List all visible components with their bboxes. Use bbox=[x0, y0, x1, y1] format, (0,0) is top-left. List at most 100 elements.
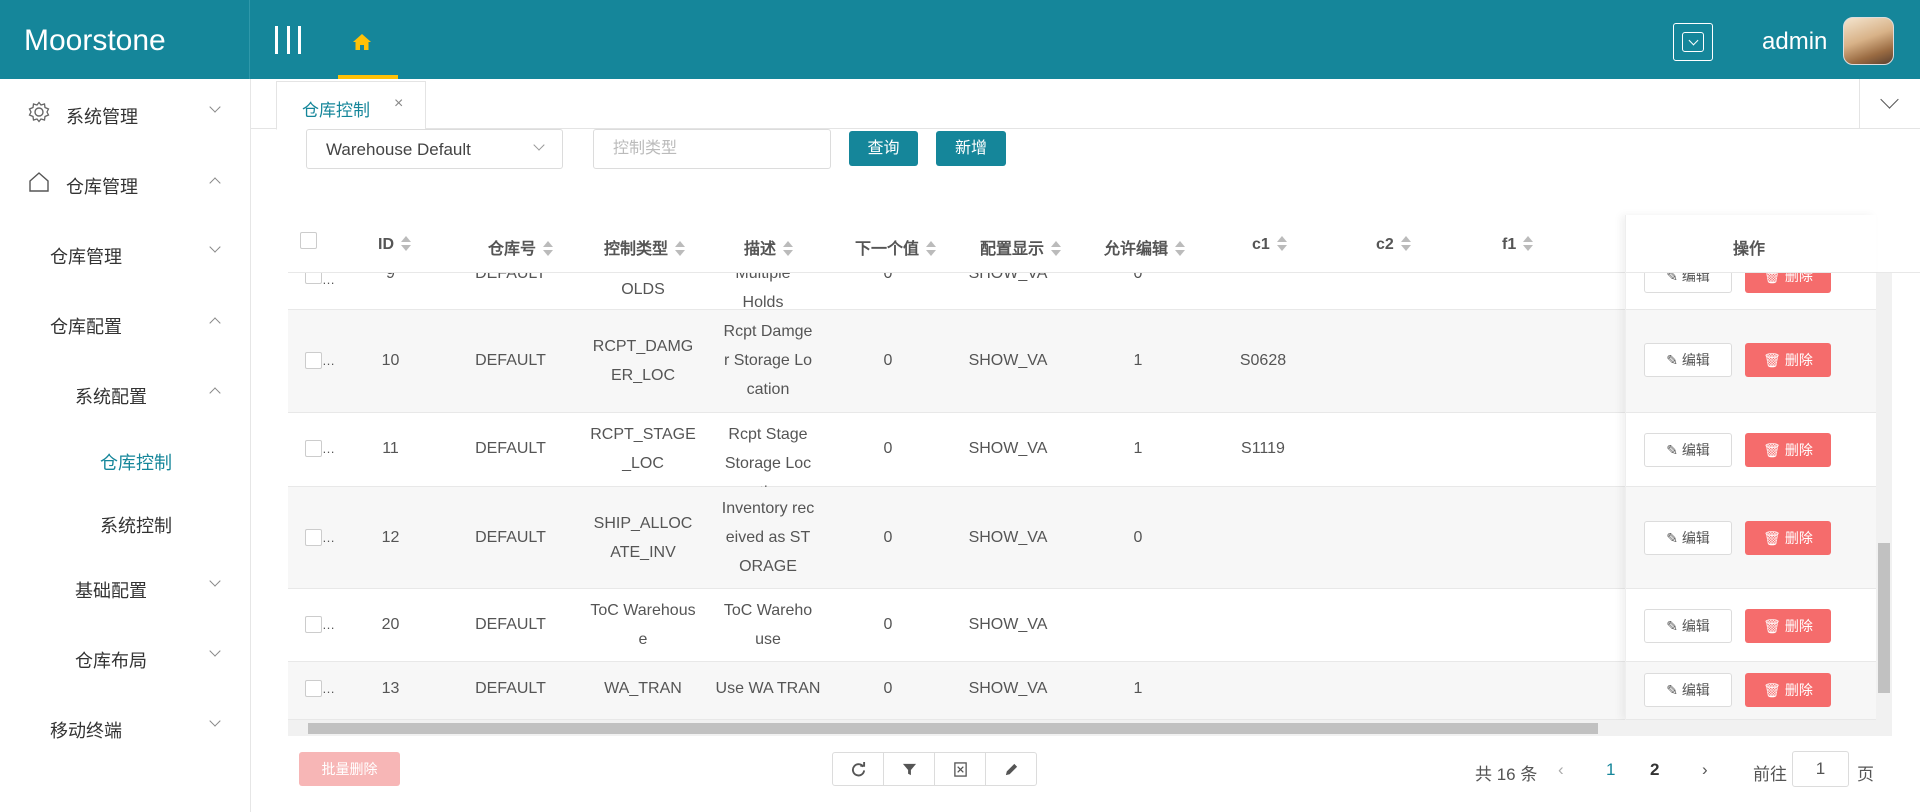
row-checkbox-ellipsis: … bbox=[322, 530, 335, 545]
cell-next-value: 0 bbox=[883, 352, 893, 369]
row-checkbox-ellipsis: … bbox=[322, 681, 335, 696]
cell-control-type: ToC Warehouse bbox=[590, 602, 696, 648]
menu-toggle-icon[interactable] bbox=[275, 26, 301, 54]
chevron-down-icon bbox=[209, 101, 221, 113]
cell-allow-edit: 0 bbox=[1133, 273, 1143, 282]
sort-icon[interactable] bbox=[783, 240, 794, 256]
top-bar: Moorstone admin bbox=[0, 0, 1920, 79]
column-header-config-display[interactable]: 配置显示 bbox=[980, 235, 1062, 259]
header-label: f1 bbox=[1502, 236, 1517, 253]
sidebar-item-basic-config[interactable]: 基础配置 bbox=[0, 559, 250, 615]
row-checkbox[interactable] bbox=[305, 273, 322, 284]
column-header-id[interactable]: ID bbox=[378, 235, 411, 254]
row-checkbox[interactable] bbox=[305, 680, 322, 697]
brand-logo[interactable]: Moorstone bbox=[0, 0, 250, 79]
page-number-1[interactable]: 1 bbox=[1606, 760, 1615, 780]
sidebar-item-warehouse-config[interactable]: 仓库配置 bbox=[0, 295, 250, 351]
sidebar-item-mobile-terminal[interactable]: 移动终端 bbox=[0, 699, 250, 755]
row-checkbox[interactable] bbox=[305, 529, 322, 546]
cell-allow-edit: 0 bbox=[1133, 529, 1143, 546]
warehouse-select[interactable]: Warehouse Default bbox=[306, 129, 563, 169]
sidebar-item-label: 基础配置 bbox=[75, 581, 147, 601]
home-tab[interactable] bbox=[338, 0, 398, 79]
refresh-button[interactable] bbox=[833, 753, 884, 785]
sidebar-item-warehouse-mgmt-sub[interactable]: 仓库管理 bbox=[0, 225, 250, 281]
row-checkbox[interactable] bbox=[305, 440, 322, 457]
column-header-description[interactable]: 描述 bbox=[744, 235, 794, 259]
column-header-c2[interactable]: c2 bbox=[1376, 235, 1411, 254]
fixed-ops-column bbox=[1625, 215, 1876, 720]
table-toolbar bbox=[832, 752, 1037, 786]
cell-next-value: 0 bbox=[883, 529, 893, 546]
sidebar-item-label: 仓库布局 bbox=[75, 651, 147, 671]
cell-id: 9 bbox=[386, 273, 395, 282]
page-number-2[interactable]: 2 bbox=[1650, 760, 1659, 780]
avatar[interactable] bbox=[1843, 17, 1894, 65]
chevron-down-icon bbox=[209, 645, 221, 657]
cell-description: Rcpt Damger Storage Location bbox=[723, 323, 813, 398]
sort-icon[interactable] bbox=[401, 235, 411, 251]
sidebar-item-system-mgmt[interactable]: 系统管理 bbox=[0, 85, 250, 141]
batch-delete-button[interactable]: 批量删除 bbox=[299, 752, 400, 786]
select-all-checkbox[interactable] bbox=[300, 232, 317, 249]
scrollbar-thumb[interactable] bbox=[1878, 543, 1890, 693]
edit-columns-button[interactable] bbox=[986, 753, 1036, 785]
column-header-f1[interactable]: f1 bbox=[1502, 235, 1534, 254]
sidebar-item-warehouse-control[interactable]: 仓库控制 bbox=[0, 431, 250, 487]
close-icon[interactable]: × bbox=[394, 95, 403, 113]
header-label: 下一个值 bbox=[855, 241, 920, 258]
horizontal-scrollbar[interactable] bbox=[288, 720, 1892, 736]
cell-id: 10 bbox=[381, 352, 400, 369]
top-dropdown-button[interactable] bbox=[1673, 23, 1713, 61]
cell-control-type: OLDS bbox=[621, 281, 665, 298]
sort-icon[interactable] bbox=[1400, 235, 1411, 251]
sort-icon[interactable] bbox=[926, 240, 937, 256]
add-button[interactable]: 新增 bbox=[936, 131, 1006, 166]
column-header-next-value[interactable]: 下一个值 bbox=[855, 235, 937, 259]
sort-icon[interactable] bbox=[1175, 240, 1186, 256]
sidebar-item-system-control[interactable]: 系统控制 bbox=[0, 494, 250, 550]
column-header-control-type[interactable]: 控制类型 bbox=[604, 235, 686, 259]
tabs-more-button[interactable] bbox=[1859, 79, 1920, 129]
export-button[interactable] bbox=[935, 753, 986, 785]
sidebar-item-warehouse-mgmt[interactable]: 仓库管理 bbox=[0, 155, 250, 211]
column-header-warehouse-no[interactable]: 仓库号 bbox=[488, 235, 554, 259]
row-checkbox-ellipsis: … bbox=[322, 617, 335, 632]
sidebar-item-label: 系统管理 bbox=[66, 107, 138, 127]
sort-icon[interactable] bbox=[1051, 240, 1062, 256]
cell-next-value: 0 bbox=[883, 680, 893, 697]
username[interactable]: admin bbox=[1762, 28, 1827, 56]
row-checkbox[interactable] bbox=[305, 352, 322, 369]
column-header-c1[interactable]: c1 bbox=[1252, 235, 1287, 254]
sidebar-item-label: 仓库管理 bbox=[50, 247, 122, 267]
cell-next-value: 0 bbox=[883, 273, 893, 282]
sort-icon[interactable] bbox=[675, 240, 686, 256]
query-button[interactable]: 查询 bbox=[849, 131, 918, 166]
warehouse-select-value: Warehouse Default bbox=[326, 140, 471, 159]
cell-id: 13 bbox=[381, 680, 400, 697]
cell-allow-edit: 1 bbox=[1133, 440, 1143, 457]
sidebar-item-system-config[interactable]: 系统配置 bbox=[0, 365, 250, 421]
chevron-up-icon bbox=[209, 317, 221, 329]
sidebar-item-warehouse-layout[interactable]: 仓库布局 bbox=[0, 629, 250, 685]
cell-control-type: SHIP_ALLOCATE_INV bbox=[593, 515, 693, 561]
filter-button[interactable] bbox=[884, 753, 935, 785]
total-count: 共 16 条 bbox=[1475, 765, 1538, 784]
sort-icon[interactable] bbox=[543, 240, 554, 256]
sidebar: 系统管理 仓库管理 仓库管理 仓库配置 系统配置 仓库控制 系统控制 基础配置 … bbox=[0, 79, 251, 812]
row-checkbox-ellipsis: … bbox=[322, 441, 335, 456]
column-header-allow-edit[interactable]: 允许编辑 bbox=[1104, 235, 1186, 259]
tab-warehouse-control[interactable]: 仓库控制 × bbox=[276, 81, 426, 130]
scrollbar-thumb[interactable] bbox=[308, 723, 1598, 734]
next-page-icon[interactable]: › bbox=[1702, 760, 1708, 780]
cell-config-display: SHOW_VA bbox=[968, 440, 1048, 457]
cell-next-value: 0 bbox=[883, 616, 893, 633]
prev-page-icon[interactable]: ‹ bbox=[1558, 760, 1564, 780]
sidebar-item-label: 仓库管理 bbox=[66, 177, 138, 197]
page-jump-input[interactable] bbox=[1792, 751, 1849, 787]
row-checkbox[interactable] bbox=[305, 616, 322, 633]
control-type-input[interactable] bbox=[593, 129, 831, 169]
sort-icon[interactable] bbox=[1523, 235, 1534, 251]
vertical-scrollbar[interactable] bbox=[1876, 273, 1892, 720]
sort-icon[interactable] bbox=[1276, 235, 1287, 251]
